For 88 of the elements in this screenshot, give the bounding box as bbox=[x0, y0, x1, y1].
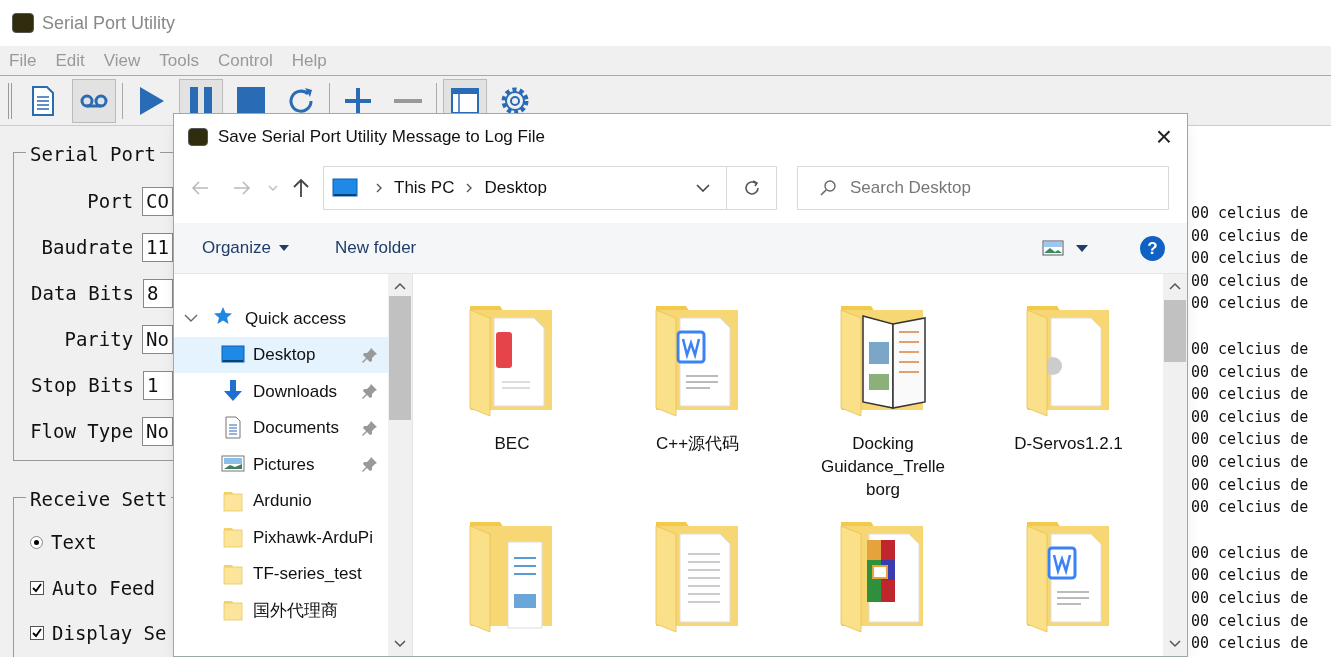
option-label: Text bbox=[51, 530, 97, 555]
checkbox[interactable] bbox=[30, 626, 44, 641]
pin-icon bbox=[362, 346, 378, 363]
field-label: Parity bbox=[64, 327, 134, 353]
nav-item[interactable]: TF-series_test bbox=[174, 555, 388, 592]
dropdown-field[interactable]: 8 bbox=[143, 279, 173, 308]
log-line: 00 celcius de bbox=[1191, 338, 1310, 360]
log-line: 00 celcius de bbox=[1191, 587, 1310, 609]
command-button[interactable]: New folder bbox=[335, 235, 417, 261]
chevron-right-icon bbox=[375, 182, 383, 194]
nav-item[interactable]: Quick access bbox=[174, 300, 388, 337]
app-logo-icon bbox=[12, 13, 34, 33]
folder-icon bbox=[221, 525, 245, 550]
pin-icon bbox=[362, 419, 378, 436]
scroll-down-icon[interactable] bbox=[1169, 640, 1181, 648]
log-line: 00 celcius de bbox=[1191, 293, 1310, 315]
nav-item[interactable]: Documents bbox=[174, 409, 388, 446]
chevron-right-icon bbox=[465, 182, 474, 194]
scrollbar[interactable] bbox=[388, 274, 412, 656]
help-button[interactable]: ? bbox=[1140, 235, 1165, 261]
scrollbar-thumb[interactable] bbox=[389, 296, 411, 420]
log-line: 00 celcius de bbox=[1191, 633, 1310, 655]
view-icon[interactable] bbox=[1042, 240, 1064, 256]
command-button[interactable]: Organize bbox=[202, 235, 289, 261]
folder-icon bbox=[221, 598, 245, 623]
scroll-up-icon[interactable] bbox=[394, 282, 406, 290]
checkbox[interactable] bbox=[30, 580, 44, 595]
chevron-icon[interactable] bbox=[184, 314, 198, 323]
log-line: 00 celcius de bbox=[1191, 451, 1310, 473]
scroll-up-icon[interactable] bbox=[1169, 282, 1181, 290]
field-label: Baudrate bbox=[41, 235, 134, 261]
dropdown-field[interactable]: No bbox=[142, 417, 173, 446]
scroll-down-icon[interactable] bbox=[394, 640, 406, 648]
dialog-title: Save Serial Port Utility Message to Log File bbox=[218, 125, 546, 148]
field-label: Stop Bits bbox=[31, 373, 134, 399]
radio-button[interactable] bbox=[30, 535, 43, 549]
log-line: 00 celcius de bbox=[1191, 474, 1310, 496]
nav-item[interactable]: Downloads bbox=[174, 373, 388, 410]
log-line: 00 celcius de bbox=[1191, 248, 1310, 270]
option-label: Auto Feed bbox=[52, 575, 155, 601]
app-logo-icon bbox=[188, 127, 208, 146]
folder-name[interactable]: D-Servos1.2.1 bbox=[1002, 432, 1135, 455]
field-label: Flow Type bbox=[30, 419, 134, 445]
refresh-icon[interactable] bbox=[742, 179, 761, 197]
log-line: 00 celcius de bbox=[1191, 361, 1310, 383]
log-line: 00 celcius de bbox=[1191, 406, 1310, 428]
dropdown-caret-icon bbox=[279, 245, 289, 251]
log-line: 00 celcius de bbox=[1191, 270, 1310, 292]
up-arrow-icon[interactable] bbox=[293, 178, 309, 198]
nav-item[interactable]: Ardunio bbox=[174, 482, 388, 519]
log-line: 00 celcius de bbox=[1191, 203, 1310, 224]
option-label: Display Se bbox=[52, 621, 167, 646]
log-line: 00 celcius de bbox=[1191, 610, 1310, 632]
log-line: 00 celcius de bbox=[1191, 565, 1310, 587]
log-line: 00 celcius de bbox=[1191, 497, 1310, 519]
dropdown-field[interactable]: No bbox=[142, 325, 173, 354]
pin-icon bbox=[362, 456, 378, 473]
toolbar-button[interactable] bbox=[72, 78, 116, 123]
folder-name[interactable]: Docking Guidance_Trelleborg bbox=[817, 432, 949, 501]
chevron-down-icon[interactable] bbox=[696, 184, 710, 192]
log-line: 00 celcius de bbox=[1191, 384, 1310, 406]
search-icon bbox=[819, 179, 837, 197]
monitor-icon bbox=[332, 178, 358, 198]
nav-item[interactable]: Desktop bbox=[174, 336, 388, 373]
folder-name[interactable]: BEC bbox=[446, 432, 578, 455]
nav-item[interactable]: Pixhawk-ArduPi bbox=[174, 519, 388, 556]
window-title: Serial Port Utility bbox=[42, 11, 176, 35]
dropdown-field[interactable]: 11 bbox=[142, 233, 173, 262]
field-label: Port bbox=[87, 189, 134, 215]
search-field[interactable]: Search Desktop bbox=[797, 166, 1169, 210]
log-line: 00 celcius de bbox=[1191, 429, 1310, 451]
address-bar[interactable]: This PC Desktop bbox=[323, 166, 777, 210]
log-line: 00 celcius de bbox=[1191, 225, 1310, 247]
dropdown-field[interactable]: 1 bbox=[143, 371, 173, 400]
field-label: Data Bits bbox=[31, 281, 134, 307]
nav-item[interactable]: Pictures bbox=[174, 446, 388, 483]
breadcrumb-item[interactable]: This PC bbox=[394, 175, 455, 201]
scrollbar-thumb[interactable] bbox=[1164, 300, 1186, 362]
pin-icon bbox=[362, 383, 378, 400]
close-button[interactable]: × bbox=[1141, 114, 1187, 159]
scrollbar[interactable] bbox=[1163, 274, 1187, 656]
folder-name[interactable]: C++源代码 bbox=[631, 432, 764, 455]
dropdown-field[interactable]: CO bbox=[142, 187, 173, 216]
log-line: 00 celcius de bbox=[1191, 542, 1310, 564]
minus-icon bbox=[394, 98, 422, 103]
nav-item[interactable]: 国外代理商 bbox=[174, 592, 388, 629]
breadcrumb-item[interactable]: Desktop bbox=[484, 175, 547, 201]
dropdown-caret-icon[interactable] bbox=[1076, 244, 1088, 252]
